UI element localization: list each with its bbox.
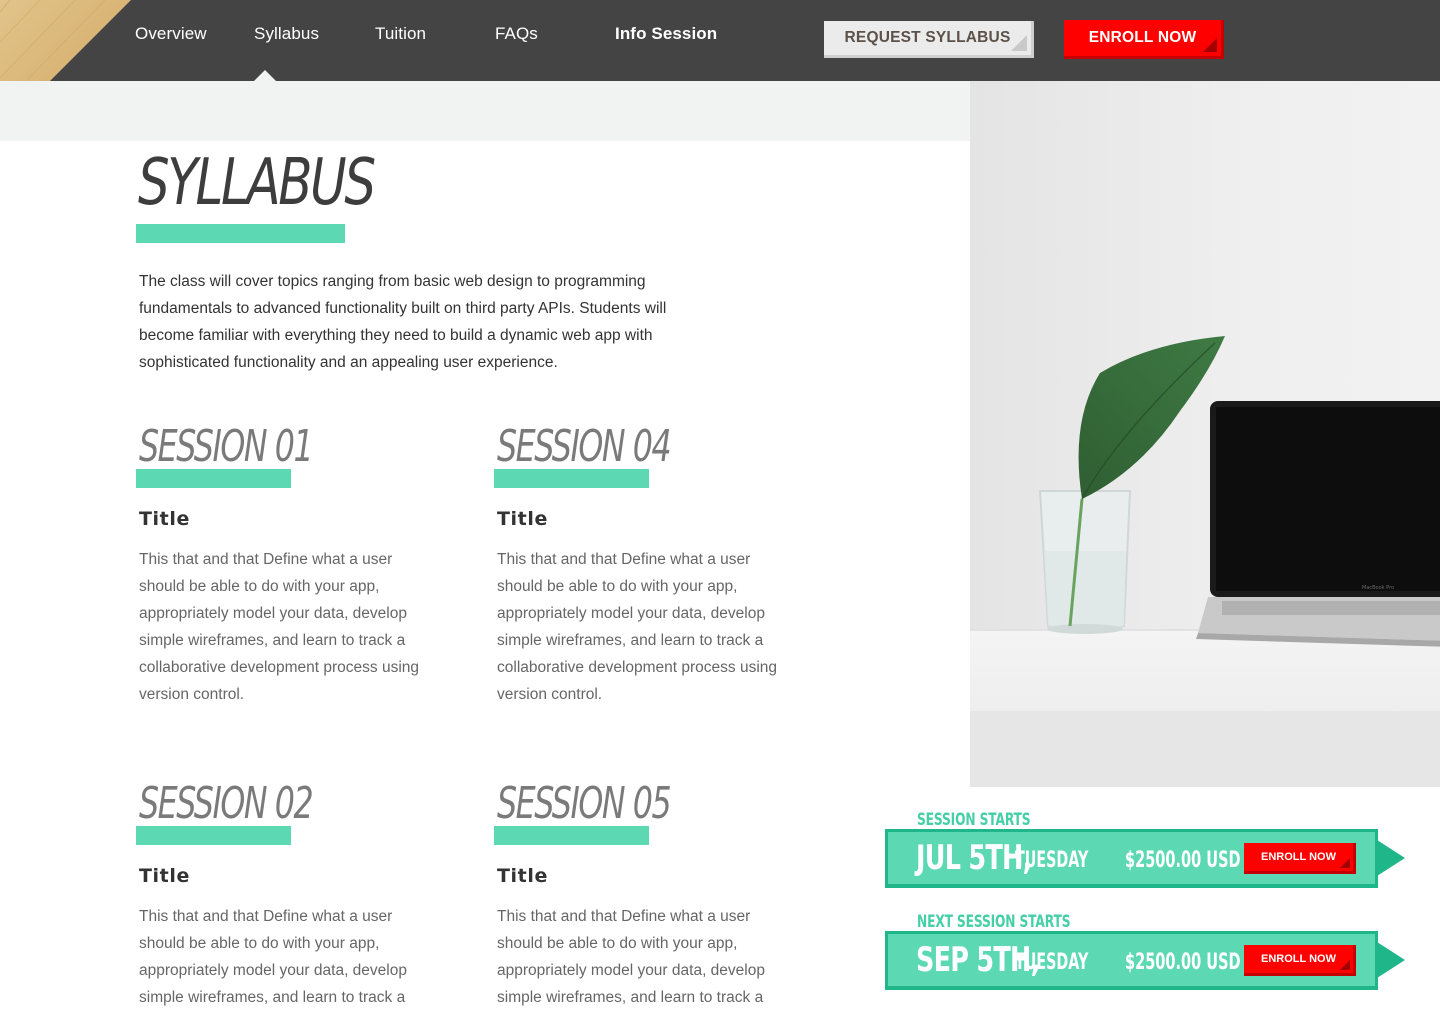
top-navigation-bar <box>0 0 1440 81</box>
banner-enroll-button[interactable]: ENROLL NOW <box>1244 843 1356 874</box>
session-underline <box>494 826 649 845</box>
hero-photo: MacBook Pro <box>970 81 1440 787</box>
nav-link-overview[interactable]: Overview <box>135 24 207 44</box>
laptop-plant-illustration: MacBook Pro <box>970 81 1440 787</box>
session-day: TUESDAY <box>1015 848 1089 873</box>
session-underline <box>494 469 649 488</box>
enroll-now-label: ENROLL NOW <box>1088 29 1197 46</box>
nav-link-tuition[interactable]: Tuition <box>375 24 426 44</box>
session-title: Title <box>139 865 190 887</box>
session-heading: SESSION 04 <box>497 421 672 472</box>
session-underline <box>136 469 291 488</box>
laptop-brand-text: MacBook Pro <box>1362 585 1394 591</box>
session-heading: SESSION 05 <box>497 778 672 829</box>
session-underline <box>136 826 291 845</box>
session-title: Title <box>497 508 548 530</box>
banner-enroll-label: ENROLL NOW <box>1261 851 1336 863</box>
page-title: SYLLABUS <box>138 146 376 220</box>
session-description: This that and that Define what a user sh… <box>139 551 420 703</box>
request-syllabus-label: REQUEST SYLLABUS <box>844 29 1011 46</box>
enroll-now-button[interactable]: ENROLL NOW <box>1064 20 1224 59</box>
session-banner: JUL 5TH, TUESDAY $2500.00 USD ENROLL NOW <box>885 829 1405 888</box>
session-price: $2500.00 USD <box>1125 950 1241 975</box>
header-band <box>0 81 970 141</box>
banner-enroll-button[interactable]: ENROLL NOW <box>1244 945 1356 976</box>
nav-link-syllabus[interactable]: Syllabus <box>254 24 319 44</box>
session-title: Title <box>139 508 190 530</box>
session-description: This that and that Define what a user sh… <box>497 551 778 703</box>
session-title: Title <box>497 865 548 887</box>
folded-corner-icon <box>1340 960 1350 970</box>
folded-corner-icon <box>1203 38 1217 52</box>
banner-arrow-icon <box>1377 840 1405 876</box>
nav-link-info-session[interactable]: Info Session <box>615 24 717 44</box>
folded-corner-icon <box>1340 858 1350 868</box>
request-syllabus-button[interactable]: REQUEST SYLLABUS <box>824 21 1034 58</box>
session-description: This that and that Define what a user sh… <box>139 908 407 1006</box>
session-day: TUESDAY <box>1015 950 1089 975</box>
session-price: $2500.00 USD <box>1125 848 1241 873</box>
session-heading: SESSION 02 <box>139 778 314 829</box>
folded-corner-icon <box>1011 35 1027 51</box>
banner-enroll-label: ENROLL NOW <box>1261 953 1336 965</box>
session-starts-label: SESSION STARTS <box>917 810 1031 830</box>
session-banner: SEP 5TH, TUESDAY $2500.00 USD ENROLL NOW <box>885 931 1405 990</box>
session-description: This that and that Define what a user sh… <box>497 908 765 1006</box>
next-session-starts-label: NEXT SESSION STARTS <box>917 912 1071 932</box>
active-tab-caret-icon <box>254 70 276 81</box>
banner-arrow-icon <box>1377 942 1405 978</box>
intro-paragraph: The class will cover topics ranging from… <box>139 273 667 371</box>
nav-link-faqs[interactable]: FAQs <box>495 24 538 44</box>
title-underline <box>136 224 345 243</box>
session-heading: SESSION 01 <box>139 421 314 472</box>
